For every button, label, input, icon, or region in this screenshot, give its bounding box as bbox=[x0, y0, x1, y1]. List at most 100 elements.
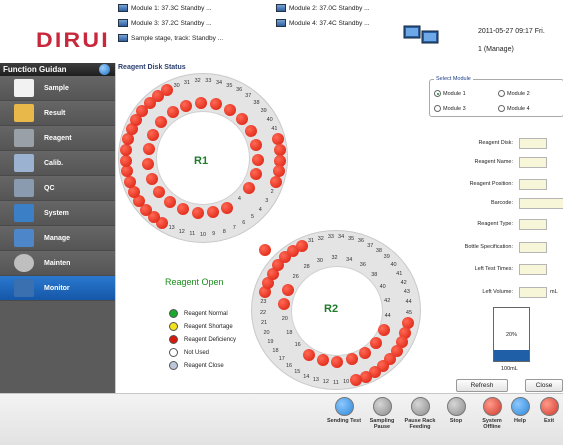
slot-number[interactable]: 28 bbox=[304, 264, 310, 270]
slot-number[interactable]: 21 bbox=[261, 320, 267, 326]
reagent-slot[interactable] bbox=[209, 98, 222, 111]
slot-number[interactable]: 11 bbox=[189, 231, 195, 237]
slot-number[interactable]: 44 bbox=[385, 313, 391, 319]
slot-number[interactable]: 42 bbox=[384, 298, 390, 304]
slot-number[interactable]: 4 bbox=[238, 196, 241, 202]
sidebar-item-manage[interactable]: Manage bbox=[0, 226, 115, 251]
sidebar-item-system[interactable]: System bbox=[0, 201, 115, 226]
radio-module-1[interactable]: Module 1 bbox=[434, 90, 466, 97]
reagent-slot[interactable] bbox=[142, 157, 155, 170]
slot-number[interactable]: 41 bbox=[396, 271, 402, 277]
slot-number[interactable]: 35 bbox=[226, 83, 232, 89]
slot-number[interactable]: 5 bbox=[251, 214, 254, 220]
slot-number[interactable]: 35 bbox=[348, 236, 354, 242]
reagent-slot[interactable] bbox=[370, 336, 383, 349]
sending-test-button[interactable]: Sending Test bbox=[325, 397, 363, 424]
slot-number[interactable]: 34 bbox=[338, 234, 344, 240]
refresh-button[interactable]: Refresh bbox=[456, 379, 508, 392]
slot-number[interactable]: 22 bbox=[260, 310, 266, 316]
slot-number[interactable]: 3 bbox=[265, 198, 268, 204]
slot-number[interactable]: 38 bbox=[371, 272, 377, 278]
help-icon[interactable] bbox=[99, 64, 110, 75]
sidebar-item-qc[interactable]: QC bbox=[0, 176, 115, 201]
slot-number[interactable]: 2 bbox=[271, 189, 274, 195]
slot-number[interactable]: 7 bbox=[233, 225, 236, 231]
field-reagent-disk[interactable] bbox=[519, 138, 547, 149]
reagent-slot[interactable] bbox=[160, 84, 173, 96]
slot-number[interactable]: 10 bbox=[200, 232, 206, 238]
sampling-pause-button[interactable]: Sampling Pause bbox=[363, 397, 401, 430]
exit-button[interactable]: Exit bbox=[536, 397, 562, 424]
radio-module-4[interactable]: Module 4 bbox=[498, 105, 530, 112]
slot-number[interactable]: 17 bbox=[279, 356, 285, 362]
slot-number[interactable]: 34 bbox=[216, 80, 222, 86]
reagent-slot[interactable] bbox=[346, 353, 359, 366]
field-left-test-times[interactable] bbox=[519, 264, 547, 275]
slot-number[interactable]: 38 bbox=[376, 248, 382, 254]
reagent-slot[interactable] bbox=[120, 154, 133, 167]
field-reagent-name[interactable] bbox=[519, 157, 547, 168]
slot-number[interactable]: 23 bbox=[260, 299, 266, 305]
reagent-slot[interactable] bbox=[191, 206, 204, 219]
slot-number[interactable]: 20 bbox=[264, 330, 270, 336]
reagent-slot[interactable] bbox=[206, 206, 219, 219]
field-reagent-position[interactable] bbox=[519, 179, 547, 190]
sidebar-item-sample[interactable]: Sample bbox=[0, 76, 115, 101]
reagent-slot[interactable] bbox=[153, 185, 166, 198]
slot-number[interactable]: 11 bbox=[333, 380, 339, 386]
reagent-slot[interactable] bbox=[164, 196, 177, 209]
slot-number[interactable]: 4 bbox=[259, 207, 262, 213]
slot-number[interactable]: 32 bbox=[195, 78, 201, 84]
slot-number[interactable]: 38 bbox=[253, 100, 259, 106]
reagent-slot[interactable] bbox=[145, 172, 158, 185]
reagent-slot[interactable] bbox=[278, 298, 291, 311]
reagent-slot[interactable] bbox=[303, 348, 316, 361]
field-barcode[interactable] bbox=[519, 198, 563, 209]
slot-number[interactable]: 14 bbox=[303, 374, 309, 380]
slot-number[interactable]: 8 bbox=[223, 229, 226, 235]
slot-number[interactable]: 37 bbox=[367, 243, 373, 249]
reagent-slot[interactable] bbox=[122, 133, 135, 146]
slot-number[interactable]: 26 bbox=[293, 274, 299, 280]
reagent-slot[interactable] bbox=[177, 203, 190, 216]
reagent-slot[interactable] bbox=[243, 181, 256, 194]
slot-number[interactable]: 32 bbox=[331, 255, 337, 261]
help-button[interactable]: Help bbox=[506, 397, 534, 424]
slot-number[interactable]: 40 bbox=[267, 117, 273, 123]
slot-number[interactable]: 42 bbox=[401, 280, 407, 286]
slot-number[interactable]: 45 bbox=[406, 310, 412, 316]
slot-number[interactable]: 16 bbox=[295, 342, 301, 348]
reagent-slot[interactable] bbox=[282, 283, 295, 296]
reagent-slot[interactable] bbox=[295, 239, 308, 252]
slot-number[interactable]: 31 bbox=[308, 238, 314, 244]
sidebar-item-monitor[interactable]: Monitor bbox=[0, 276, 115, 301]
radio-module-3[interactable]: Module 3 bbox=[434, 105, 466, 112]
slot-number[interactable]: 44 bbox=[406, 299, 412, 305]
reagent-slot[interactable] bbox=[155, 116, 168, 129]
slot-number[interactable]: 18 bbox=[272, 348, 278, 354]
reagent-slot[interactable] bbox=[250, 138, 263, 151]
slot-number[interactable]: 36 bbox=[358, 238, 364, 244]
stop-button[interactable]: Stop bbox=[437, 397, 475, 424]
slot-number[interactable]: 36 bbox=[236, 87, 242, 93]
slot-number[interactable]: 13 bbox=[313, 377, 319, 383]
slot-number[interactable]: 32 bbox=[318, 236, 324, 242]
slot-number[interactable]: 9 bbox=[212, 231, 215, 237]
reagent-slot[interactable] bbox=[244, 124, 257, 137]
slot-number[interactable]: 39 bbox=[261, 108, 267, 114]
reagent-slot[interactable] bbox=[235, 112, 248, 125]
sidebar-item-mainten[interactable]: Mainten bbox=[0, 251, 115, 276]
slot-number[interactable]: 15 bbox=[294, 369, 300, 375]
reagent-slot[interactable] bbox=[331, 355, 344, 368]
slot-number[interactable]: 40 bbox=[380, 284, 386, 290]
reagent-slot[interactable] bbox=[147, 128, 160, 141]
slot-number[interactable]: 41 bbox=[271, 126, 277, 132]
slot-number[interactable]: 40 bbox=[390, 262, 396, 268]
reagent-slot[interactable] bbox=[316, 354, 329, 367]
slot-number[interactable]: 12 bbox=[323, 379, 329, 385]
slot-number[interactable]: 33 bbox=[328, 234, 334, 240]
reagent-slot[interactable] bbox=[180, 99, 192, 112]
slot-number[interactable]: 16 bbox=[286, 363, 292, 369]
slot-number[interactable]: 43 bbox=[404, 289, 410, 295]
reagent-slot[interactable] bbox=[123, 175, 136, 188]
